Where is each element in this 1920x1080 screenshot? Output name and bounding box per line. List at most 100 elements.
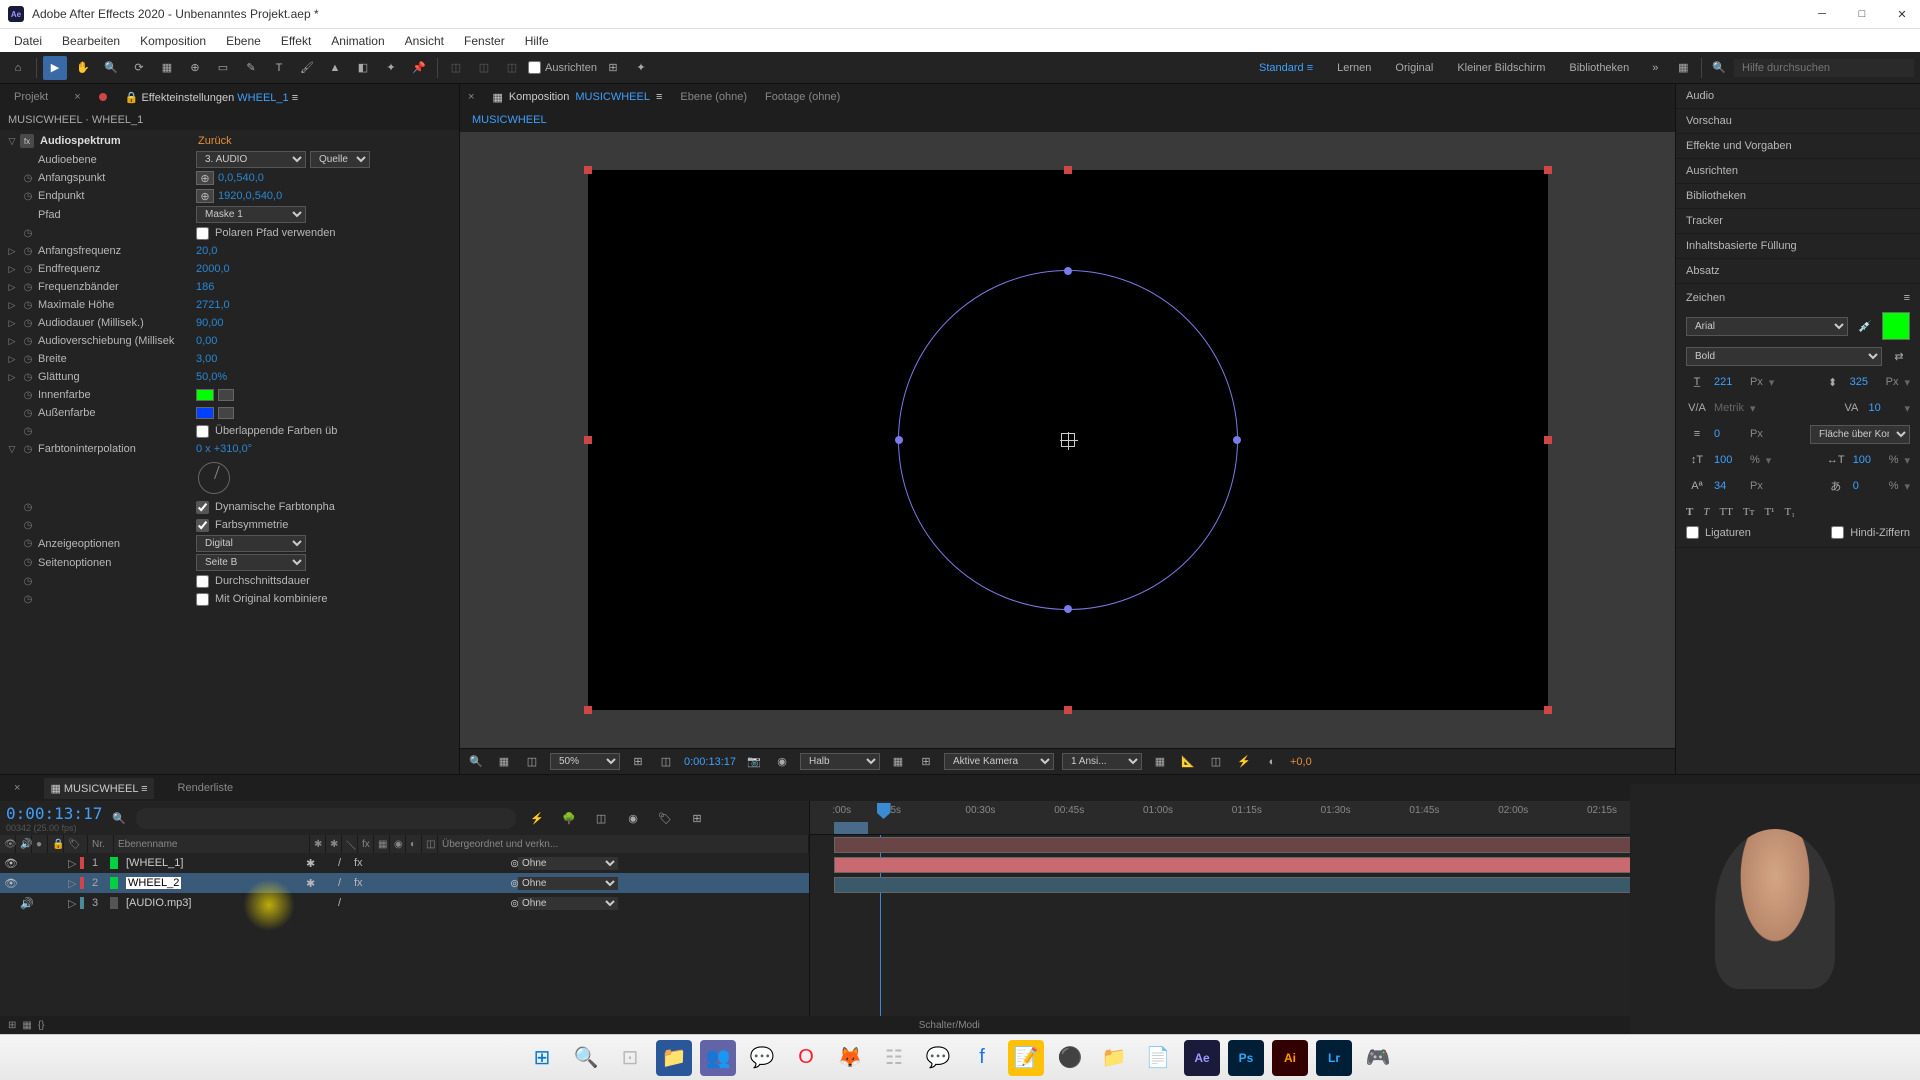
preview-toggle[interactable]: ▦ [1150, 753, 1170, 771]
twist-audiodur[interactable]: ▷ [4, 318, 20, 329]
twist-audioshift[interactable]: ▷ [4, 336, 20, 347]
col-parent[interactable]: Übergeordnet und verkn... [438, 835, 809, 853]
grid-button[interactable]: ⊞ [916, 753, 936, 771]
layer-row-2[interactable]: 👁 ▷ 2 WHEEL_2 ✱ / fx ⊚ Ohne [0, 873, 809, 893]
sym-check[interactable] [196, 519, 209, 532]
comp-tab[interactable]: ▦ Komposition MUSICWHEEL ≡ [492, 91, 662, 104]
sel-handle-tm[interactable] [1064, 166, 1072, 174]
parent-pick[interactable]: ⊚ [430, 873, 514, 893]
val-maxheight[interactable]: 2721,0 [196, 299, 230, 311]
brush-tool[interactable]: 🖌 [295, 56, 319, 80]
keyframe-display[interactable] [20, 538, 36, 549]
snap-2[interactable]: ✦ [629, 56, 653, 80]
text-color-swatch[interactable] [1882, 312, 1910, 340]
reset-link[interactable]: Zurück [198, 135, 232, 147]
pfad-select[interactable]: Maske 1 [196, 206, 306, 223]
swap-icon[interactable]: ⇄ [1888, 346, 1910, 366]
tb-ae[interactable]: Ae [1184, 1040, 1220, 1076]
canvas[interactable] [588, 170, 1548, 710]
keyframe-dyn[interactable] [20, 502, 36, 513]
mode-2[interactable]: ◫ [472, 56, 496, 80]
rotate-tool[interactable]: ⟳ [127, 56, 151, 80]
point-picker[interactable]: ⊕ [196, 171, 214, 185]
innen-eyedropper[interactable] [218, 389, 234, 401]
timecode[interactable]: 0:00:13:17 [684, 756, 736, 768]
sw-shy[interactable] [302, 893, 318, 913]
effects-tab-icon[interactable]: × [66, 87, 88, 107]
tb-lr[interactable]: Lr [1316, 1040, 1352, 1076]
allcaps-button[interactable]: TT [1719, 506, 1732, 518]
views-select[interactable]: 1 Ansi... [1062, 753, 1142, 770]
keyframe-aussen[interactable] [20, 408, 36, 419]
aussen-eyedropper[interactable] [218, 407, 234, 419]
col-label[interactable]: 🏷 [64, 835, 88, 853]
panel-effekte[interactable]: Effekte und Vorgaben [1676, 134, 1920, 159]
panel-inhalt[interactable]: Inhaltsbasierte Füllung [1676, 234, 1920, 259]
menu-hilfe[interactable]: Hilfe [515, 32, 559, 50]
tb-facebook[interactable]: f [964, 1040, 1000, 1076]
layer-label[interactable] [80, 897, 84, 909]
tl-render-tab[interactable]: Renderliste [172, 778, 240, 798]
tb-ai[interactable]: Ai [1272, 1040, 1308, 1076]
vscale-value[interactable]: 100 [1714, 454, 1744, 466]
layer-eye[interactable]: 👁 [0, 853, 16, 873]
twist-glatt[interactable]: ▷ [4, 372, 20, 383]
tl-btn-1[interactable]: ⚡ [526, 807, 548, 829]
workspace-panel[interactable]: ▦ [1671, 56, 1695, 80]
point-picker-2[interactable]: ⊕ [196, 189, 214, 203]
display-select[interactable]: Digital [196, 535, 306, 552]
eraser-tool[interactable]: ◧ [351, 56, 375, 80]
zoom-select[interactable]: 50% [550, 753, 620, 770]
fx-badge[interactable]: fx [20, 134, 34, 148]
composition-viewer[interactable] [460, 132, 1675, 748]
comp-breadcrumb[interactable]: MUSICWHEEL [460, 110, 1675, 132]
exposure-button[interactable]: ◐ [1262, 753, 1282, 771]
layer-tab[interactable]: Ebene (ohne) [680, 91, 747, 103]
tl-btn-5[interactable]: 🏷 [654, 807, 676, 829]
polar-check[interactable] [196, 227, 209, 240]
col-nr[interactable]: Nr. [88, 835, 114, 853]
val-endfreq[interactable]: 2000,0 [196, 263, 230, 275]
val-breite[interactable]: 3,00 [196, 353, 217, 365]
tsume-value[interactable]: 34 [1714, 480, 1744, 492]
tl-foot-1[interactable]: ⊞ [8, 1020, 16, 1031]
col-solo[interactable]: ● [32, 835, 48, 853]
dyn-check[interactable] [196, 501, 209, 514]
sel-handle-ml[interactable] [584, 436, 592, 444]
sw-fx[interactable]: fx [350, 853, 366, 873]
sel-handle-bl[interactable] [584, 706, 592, 714]
tb-files[interactable]: 📁 [1096, 1040, 1132, 1076]
text-tool[interactable]: T [267, 56, 291, 80]
minimize-button[interactable]: ─ [1812, 4, 1832, 24]
safe-button[interactable]: ▦ [888, 753, 908, 771]
keyframe-audioshift[interactable] [20, 336, 36, 347]
eyedropper-icon[interactable]: 💉 [1854, 316, 1876, 336]
layer-audio[interactable] [16, 873, 32, 893]
hue-dial[interactable] [198, 462, 230, 494]
workspace-bibliotheken[interactable]: Bibliotheken [1559, 62, 1639, 74]
char-menu[interactable]: ≡ [1904, 292, 1910, 304]
keyframe-anfangsfreq[interactable] [20, 246, 36, 257]
col-sw8[interactable]: ◫ [422, 835, 438, 853]
twist-breite[interactable]: ▷ [4, 354, 20, 365]
keyframe-side[interactable] [20, 557, 36, 568]
menu-ebene[interactable]: Ebene [216, 32, 271, 50]
col-eye[interactable]: 👁 [0, 835, 16, 853]
twist-endfreq[interactable]: ▷ [4, 264, 20, 275]
col-audio[interactable]: 🔊 [16, 835, 32, 853]
tb-game[interactable]: 🎮 [1360, 1040, 1396, 1076]
ligatures-check[interactable] [1686, 526, 1699, 539]
resolution-select[interactable]: Halb [800, 753, 880, 770]
3d-button[interactable]: ◫ [1206, 753, 1226, 771]
playhead[interactable] [877, 803, 891, 819]
effects-tab[interactable]: 🔒 Effekteinstellungen WHEEL_1 ≡ [117, 87, 306, 108]
alpha-button[interactable]: ▦ [494, 753, 514, 771]
col-sw6[interactable]: ◉ [390, 835, 406, 853]
maximize-button[interactable]: □ [1852, 4, 1872, 24]
workspace-klein[interactable]: Kleiner Bildschirm [1447, 62, 1555, 74]
kerning-value[interactable]: Metrik [1714, 402, 1744, 414]
sw-fx[interactable] [350, 893, 366, 913]
keyframe-breite[interactable] [20, 354, 36, 365]
parent-pick[interactable]: ⊚ [430, 853, 514, 873]
roto-tool[interactable]: ✦ [379, 56, 403, 80]
